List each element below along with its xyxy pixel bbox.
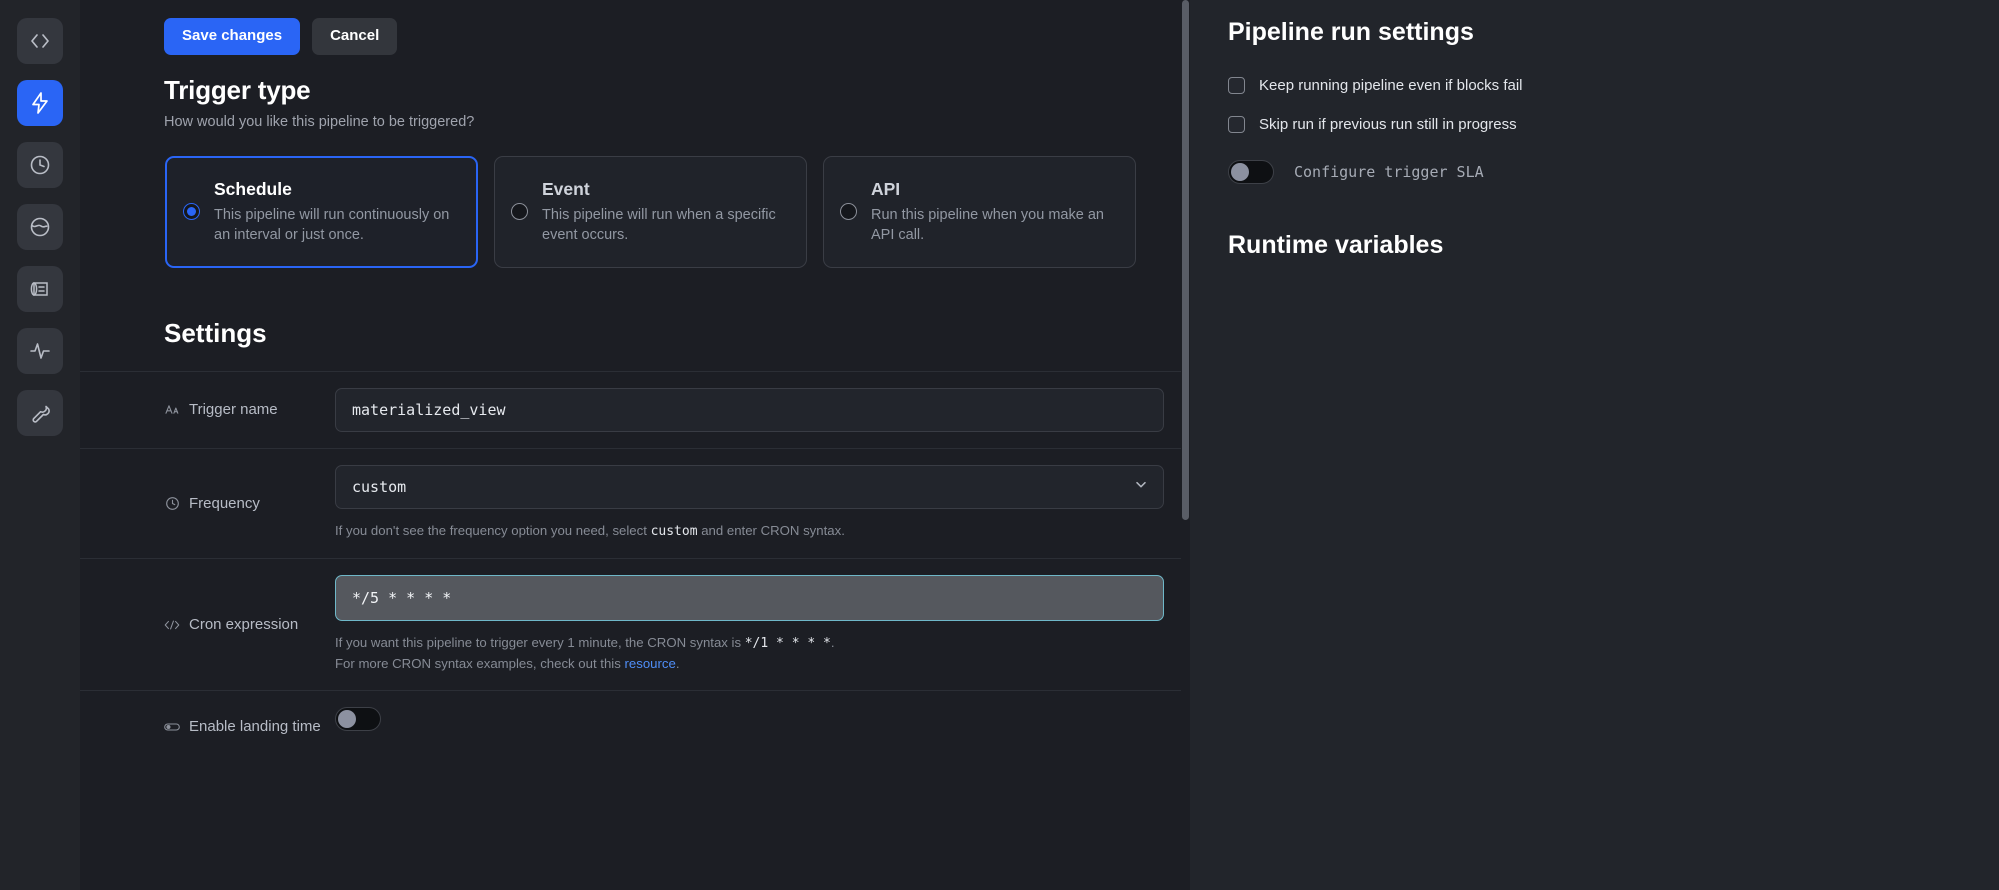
- code-icon: [164, 617, 180, 633]
- cron-hint1-code: */1 * * * *: [744, 635, 831, 651]
- landing-time-label: Enable landing time: [189, 718, 321, 736]
- rail-item-logs[interactable]: [17, 266, 63, 312]
- trigger-type-subtitle: How would you like this pipeline to be t…: [164, 113, 475, 130]
- cron-label-group: Cron expression: [80, 616, 335, 633]
- rail-item-code[interactable]: [17, 18, 63, 64]
- landing-time-toggle-knob: [338, 710, 356, 729]
- trigger-name-label-group: Trigger name: [80, 401, 335, 418]
- trigger-option-api-title: API: [871, 178, 901, 199]
- keep-running-label: Keep running pipeline even if blocks fai…: [1259, 77, 1523, 94]
- rail-item-global[interactable]: [17, 204, 63, 250]
- trigger-name-label: Trigger name: [189, 401, 278, 419]
- cron-hint1-prefix: If you want this pipeline to trigger eve…: [335, 634, 745, 650]
- main-scrollbar[interactable]: [1181, 0, 1190, 890]
- trigger-type-heading: Trigger type: [164, 74, 311, 105]
- cron-resource-link[interactable]: resource: [625, 656, 676, 671]
- main-scrollbar-thumb[interactable]: [1182, 0, 1189, 520]
- frequency-hint-code: custom: [650, 523, 698, 539]
- landing-time-field-wrap: [335, 691, 1190, 752]
- frequency-hint: If you don't see the frequency option yo…: [335, 521, 1164, 542]
- trigger-option-schedule-title: Schedule: [214, 178, 292, 199]
- cron-hint2-prefix: For more CRON syntax examples, check out…: [335, 656, 625, 672]
- trigger-option-api[interactable]: API Run this pipeline when you make an A…: [823, 155, 1136, 268]
- landing-time-label-group: Enable landing time: [80, 718, 335, 735]
- trigger-option-api-description: Run this pipeline when you make an API c…: [871, 206, 1104, 243]
- wrench-icon: [28, 401, 52, 425]
- rail-item-runs[interactable]: [17, 142, 63, 188]
- trigger-option-event[interactable]: Event This pipeline will run when a spec…: [494, 155, 807, 268]
- configure-trigger-sla-knob: [1231, 163, 1249, 181]
- cron-field-wrap: If you want this pipeline to trigger eve…: [335, 559, 1190, 691]
- radio-event[interactable]: [511, 203, 528, 221]
- save-changes-button[interactable]: Save changes: [164, 18, 301, 55]
- cron-expression-input[interactable]: [335, 574, 1164, 621]
- rail-item-monitor[interactable]: [17, 328, 63, 374]
- left-icon-rail: [0, 0, 80, 890]
- settings-row-landing-time: Enable landing time: [80, 690, 1190, 762]
- frequency-label: Frequency: [189, 494, 260, 512]
- pipeline-run-settings-panel: Pipeline run settings Keep running pipel…: [1190, 0, 1999, 890]
- rail-item-settings[interactable]: [17, 390, 63, 436]
- cron-label: Cron expression: [189, 616, 299, 634]
- checkbox-row-skip-run[interactable]: Skip run if previous run still in progre…: [1228, 116, 1969, 133]
- cron-hint: If you want this pipeline to trigger eve…: [335, 633, 1164, 675]
- trigger-name-field-wrap: [335, 372, 1190, 448]
- text-format-icon: [164, 402, 180, 418]
- cron-hint-line-2: For more CRON syntax examples, check out…: [335, 654, 1164, 674]
- keep-running-checkbox[interactable]: [1228, 77, 1245, 94]
- frequency-label-group: Frequency: [80, 495, 335, 512]
- toggle-icon: [164, 719, 180, 735]
- clock-icon: [164, 495, 180, 511]
- trigger-option-schedule-description: This pipeline will run continuously on a…: [214, 206, 450, 243]
- frequency-hint-prefix: If you don't see the frequency option yo…: [335, 522, 651, 538]
- settings-row-frequency: Frequency If you don't see the frequency…: [80, 447, 1190, 558]
- settings-row-trigger-name: Trigger name: [80, 370, 1190, 448]
- cron-hint-line-1: If you want this pipeline to trigger eve…: [335, 633, 1164, 654]
- trigger-option-event-description: This pipeline will run when a specific e…: [542, 206, 776, 243]
- radio-api[interactable]: [840, 203, 857, 221]
- frequency-select[interactable]: [335, 464, 1164, 509]
- pipeline-run-settings-checkboxes: Keep running pipeline even if blocks fai…: [1228, 77, 1969, 133]
- configure-trigger-sla-toggle[interactable]: [1228, 160, 1274, 184]
- trigger-option-event-title: Event: [542, 178, 590, 199]
- pipeline-run-settings-heading: Pipeline run settings: [1228, 18, 1474, 46]
- configure-trigger-sla-row: Configure trigger SLA: [1228, 160, 1969, 184]
- app-window: Save changes Cancel Trigger type How wou…: [0, 0, 1999, 890]
- radio-schedule[interactable]: [183, 203, 200, 221]
- trigger-name-input[interactable]: [335, 387, 1164, 432]
- runtime-variables-heading: Runtime variables: [1228, 231, 1444, 259]
- logs-icon: [28, 277, 52, 301]
- skip-run-checkbox[interactable]: [1228, 116, 1245, 133]
- pulse-icon: [28, 339, 52, 363]
- settings-form: Trigger name Frequency: [80, 370, 1190, 763]
- code-icon: [28, 29, 52, 53]
- cron-hint1-suffix: .: [830, 634, 835, 650]
- checkbox-row-keep-running[interactable]: Keep running pipeline even if blocks fai…: [1228, 77, 1969, 94]
- frequency-field-wrap: If you don't see the frequency option yo…: [335, 449, 1190, 558]
- globe-icon: [28, 215, 52, 239]
- settings-heading: Settings: [164, 317, 267, 348]
- frequency-hint-suffix: and enter CRON syntax.: [697, 522, 845, 538]
- cron-hint2-suffix: .: [675, 656, 680, 672]
- cancel-button[interactable]: Cancel: [312, 18, 398, 55]
- trigger-option-schedule[interactable]: Schedule This pipeline will run continuo…: [165, 155, 478, 268]
- toolbar: Save changes Cancel: [80, 0, 1190, 75]
- lightning-icon: [28, 91, 52, 115]
- trigger-type-options: Schedule This pipeline will run continuo…: [80, 130, 1190, 268]
- rail-item-triggers[interactable]: [17, 80, 63, 126]
- landing-time-toggle[interactable]: [335, 707, 381, 732]
- clock-icon: [28, 153, 52, 177]
- settings-row-cron: Cron expression If you want this pipelin…: [80, 557, 1190, 691]
- configure-trigger-sla-label: Configure trigger SLA: [1294, 163, 1484, 181]
- trigger-edit-panel: Save changes Cancel Trigger type How wou…: [80, 0, 1190, 890]
- skip-run-label: Skip run if previous run still in progre…: [1259, 116, 1517, 133]
